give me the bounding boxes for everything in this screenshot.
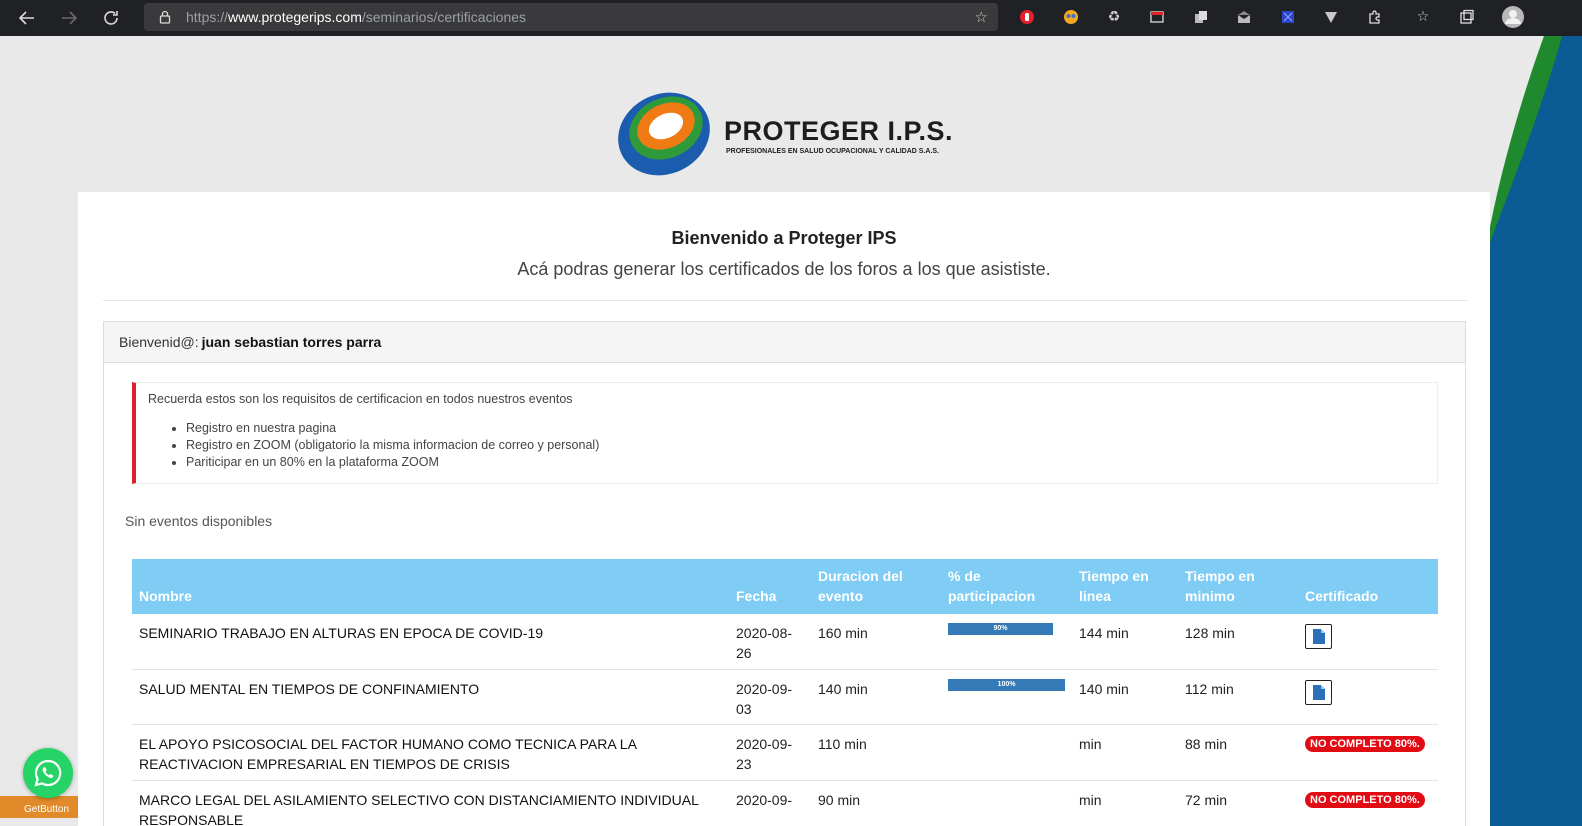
whatsapp-button[interactable] (23, 748, 73, 798)
requirements-list: Registro en nuestra pagina Registro en Z… (186, 420, 1437, 471)
cell-fecha: 2020-09- (736, 791, 793, 808)
add-favorite-icon[interactable]: ☆ (975, 8, 988, 26)
page-title: Bienvenido a Proteger IPS (671, 228, 897, 248)
reload-button[interactable] (96, 3, 126, 33)
participation-bar: 90% (948, 623, 1053, 635)
extension-mail-icon[interactable] (1233, 6, 1255, 28)
cell-tiempo-linea: 140 min (1079, 680, 1129, 697)
page-subtitle: Acá podras generar los certificados de l… (517, 259, 1051, 279)
table-row: MARCO LEGAL DEL ASILAMIENTO SELECTIVO CO… (132, 781, 1438, 826)
requirements-notice: Recuerda estos son los requisitos de cer… (132, 382, 1438, 484)
url-text: https://www.protegerips.com/seminarios/c… (186, 9, 526, 25)
header-duracion: Duracion del evento (818, 568, 903, 604)
table-row: SEMINARIO TRABAJO EN ALTURAS EN EPOCA DE… (132, 614, 1438, 670)
extension-adblock-icon[interactable] (1016, 6, 1038, 28)
cell-tiempo-minimo: 88 min (1185, 736, 1228, 752)
cell-fecha: 2020-09-23 (736, 736, 793, 772)
extension-copy-icon[interactable] (1190, 6, 1212, 28)
header-fecha: Fecha (736, 588, 777, 604)
document-icon (1312, 684, 1325, 700)
cell-tiempo-minimo: 112 min (1185, 680, 1234, 697)
cell-tiempo-minimo: 128 min (1185, 625, 1235, 641)
cell-nombre: EL APOYO PSICOSOCIAL DEL FACTOR HUMANO C… (139, 736, 637, 772)
back-button[interactable] (12, 3, 42, 33)
extension-recycle-icon[interactable]: ♻ (1103, 6, 1125, 28)
collections-icon[interactable] (1456, 6, 1478, 28)
download-certificate-button[interactable] (1305, 624, 1332, 649)
extensions-puzzle-icon[interactable] (1364, 6, 1386, 28)
cell-duracion: 90 min (818, 791, 861, 808)
participation-bar: 100% (948, 678, 1065, 691)
download-certificate-button[interactable] (1305, 679, 1332, 705)
table-header: Nombre Fecha Duracion del evento % de pa… (132, 559, 1438, 614)
user-name: juan sebastian torres parra (201, 334, 382, 350)
reload-icon (104, 11, 118, 25)
no-events-text: Sin eventos disponibles (125, 513, 273, 529)
cell-tiempo-linea: 144 min (1079, 625, 1129, 641)
url-path: /seminarios/certificaciones (361, 9, 527, 25)
url-scheme: https:// (186, 9, 229, 25)
favorites-icon[interactable]: ☆ (1412, 6, 1434, 28)
cell-nombre: SEMINARIO TRABAJO EN ALTURAS EN EPOCA DE… (139, 625, 544, 641)
forward-arrow-icon (62, 11, 78, 25)
whatsapp-icon (34, 759, 62, 787)
cell-tiempo-minimo: 72 min (1185, 791, 1228, 808)
extension-window-icon[interactable] (1146, 6, 1168, 28)
cell-tiempo-linea: min (1079, 736, 1102, 752)
header-nombre: Nombre (139, 588, 192, 604)
requirement-item: Pariticipar en un 80% en la plataforma Z… (186, 454, 1437, 471)
document-icon (1312, 629, 1325, 644)
getbutton-label: GetButton (24, 804, 70, 815)
profile-avatar-icon[interactable] (1500, 4, 1526, 30)
cell-duracion: 110 min (818, 736, 867, 752)
header-participacion: % de participacion (948, 568, 1036, 604)
requirement-item: Registro en nuestra pagina (186, 420, 1437, 437)
requirement-item: Registro en ZOOM (obligatorio la misma i… (186, 437, 1437, 454)
cell-nombre: SALUD MENTAL EN TIEMPOS DE CONFINAMIENTO (139, 680, 480, 697)
address-bar[interactable]: https://www.protegerips.com/seminarios/c… (144, 3, 998, 31)
header-tiempo-minimo: Tiempo en minimo (1185, 568, 1255, 604)
cell-fecha: 2020-09-03 (736, 680, 793, 717)
panel-header: Bienvenid@: juan sebastian torres parra (104, 322, 1465, 363)
logo-emblem-icon (618, 92, 710, 176)
not-completed-badge: NO COMPLETO 80%. (1305, 791, 1425, 808)
cell-duracion: 140 min (818, 680, 868, 697)
main-card: Bienvenido a Proteger IPS Acá podras gen… (78, 192, 1490, 826)
cell-duracion: 160 min (818, 625, 868, 641)
back-arrow-icon (18, 11, 34, 25)
table-row: SALUD MENTAL EN TIEMPOS DE CONFINAMIENTO… (132, 670, 1438, 725)
notice-intro: Recuerda estos son los requisitos de cer… (148, 392, 573, 406)
url-host: www.protegerips.com (228, 9, 362, 25)
cell-tiempo-linea: min (1079, 791, 1102, 808)
divider (103, 300, 1467, 301)
logo-subtitle: PROFESIONALES EN SALUD OCUPACIONAL Y CAL… (726, 148, 940, 155)
company-logo[interactable]: PROTEGER I.P.S. PROFESIONALES EN SALUD O… (614, 88, 974, 180)
lock-icon (159, 10, 171, 24)
greeting-label: Bienvenid@: (119, 334, 199, 350)
not-completed-badge: NO COMPLETO 80%. (1305, 736, 1425, 752)
extension-shield-icon[interactable] (1277, 6, 1299, 28)
extension-vivaldi-icon[interactable] (1320, 6, 1342, 28)
extension-face-icon[interactable] (1060, 6, 1082, 28)
header-certificado: Certificado (1305, 588, 1379, 604)
cell-fecha: 2020-08-26 (736, 625, 793, 661)
certificates-panel: Bienvenid@: juan sebastian torres parra … (103, 321, 1466, 826)
browser-toolbar: https://www.protegerips.com/seminarios/c… (0, 0, 1582, 36)
background-wave-decoration (1482, 36, 1582, 826)
forward-button[interactable] (54, 3, 84, 33)
cell-nombre: MARCO LEGAL DEL ASILAMIENTO SELECTIVO CO… (139, 791, 699, 826)
logo-title: PROTEGER I.P.S. (724, 116, 954, 146)
header-tiempo-linea: Tiempo en linea (1079, 568, 1149, 604)
table-row: EL APOYO PSICOSOCIAL DEL FACTOR HUMANO C… (132, 725, 1438, 781)
events-table: Nombre Fecha Duracion del evento % de pa… (132, 559, 1438, 826)
